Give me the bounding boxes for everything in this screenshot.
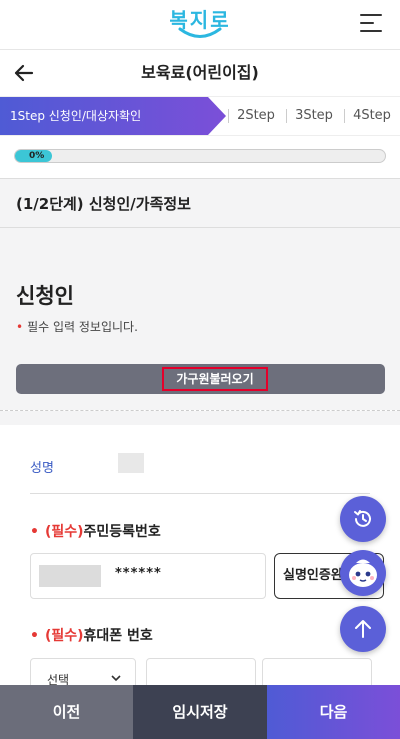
field-divider: [30, 493, 370, 494]
arrow-up-icon: [355, 620, 371, 638]
chevron-down-icon: [111, 675, 121, 682]
logo-smile-icon: [178, 27, 222, 38]
step-1[interactable]: 1Step 신청인/대상자확인: [0, 97, 226, 135]
progress-section: 0%: [0, 136, 400, 178]
prev-button[interactable]: 이전: [0, 685, 133, 739]
required-note: • 필수 입력 정보입니다.: [16, 318, 138, 335]
step-divider: [344, 109, 345, 123]
section-title: (1/2단계) 신청인/가족정보: [16, 195, 191, 213]
applicant-title: 신청인: [16, 284, 74, 308]
step-divider: [286, 109, 287, 123]
rrn-input[interactable]: ******: [30, 553, 266, 599]
rrn-back-masked: ******: [115, 566, 162, 581]
step-3[interactable]: 3Step: [288, 97, 340, 135]
page-title: 보육료(어린이집): [141, 63, 259, 82]
chatbot-button[interactable]: [340, 550, 386, 596]
rrn-front-masked: [39, 565, 101, 587]
section-gap: [0, 411, 400, 425]
load-household-button[interactable]: 가구원불러오기: [16, 364, 385, 394]
step-indicator: 1Step 신청인/대상자확인 2Step 3Step 4Step: [0, 96, 400, 136]
section-header: (1/2단계) 신청인/가족정보: [0, 178, 400, 228]
history-icon: [354, 510, 371, 527]
required-dot: •: [16, 320, 24, 334]
phone-required-tag: (필수): [44, 628, 84, 644]
progress-label: 0%: [29, 151, 45, 161]
progress-bar: 0%: [14, 149, 386, 163]
rrn-required-tag: (필수): [44, 524, 84, 540]
step-1-label: 1Step 신청인/대상자확인: [10, 109, 142, 123]
step-2[interactable]: 2Step: [230, 97, 282, 135]
applicant-section: 신청인 • 필수 입력 정보입니다. 가구원불러오기: [0, 228, 400, 410]
rrn-label: • (필수)주민등록번호: [30, 524, 161, 540]
required-note-text: 필수 입력 정보입니다.: [27, 320, 138, 334]
history-button[interactable]: [340, 496, 386, 542]
rrn-label-text: 주민등록번호: [83, 524, 161, 540]
chatbot-icon: [349, 559, 377, 587]
phone-label: • (필수)휴대폰 번호: [30, 628, 153, 644]
name-value-masked: [118, 453, 144, 473]
temp-save-button[interactable]: 임시저장: [133, 685, 267, 739]
load-household-label: 가구원불러오기: [162, 367, 268, 391]
phone-label-text: 휴대폰 번호: [83, 628, 153, 644]
next-button[interactable]: 다음: [267, 685, 400, 739]
hamburger-icon[interactable]: [360, 12, 386, 34]
step-4[interactable]: 4Step: [346, 97, 398, 135]
step-divider: [228, 109, 229, 123]
logo[interactable]: 복지로: [160, 4, 240, 46]
arrow-left-icon[interactable]: [12, 62, 36, 84]
scroll-top-button[interactable]: [340, 606, 386, 652]
app-header: 복지로: [0, 0, 400, 50]
bottom-action-bar: 이전 임시저장 다음: [0, 685, 400, 739]
name-label: 성명: [30, 461, 54, 476]
title-bar: 보육료(어린이집): [0, 50, 400, 96]
